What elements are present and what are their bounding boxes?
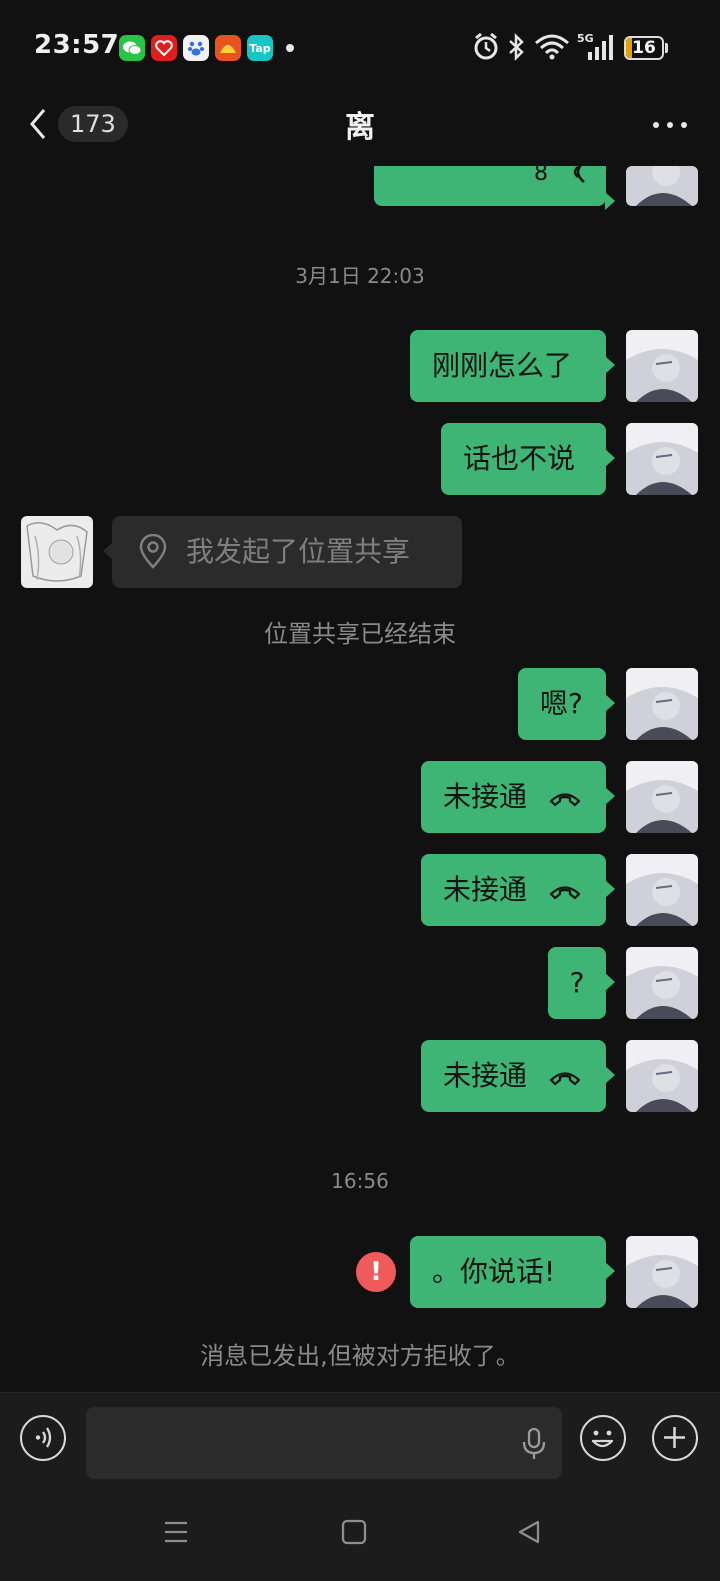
my-avatar[interactable]	[626, 1040, 698, 1112]
message-input[interactable]	[86, 1407, 562, 1479]
voice-toggle-icon	[35, 1427, 52, 1448]
emoji-icon	[591, 1430, 614, 1448]
plus-icon	[664, 1427, 685, 1448]
chat-header: 173 离	[0, 90, 720, 160]
missed-call-bubble[interactable]: 未接通	[421, 761, 615, 833]
bluetooth-icon	[509, 32, 524, 62]
chat-title: 离	[345, 110, 375, 145]
my-avatar[interactable]	[626, 761, 698, 833]
call-status-text: 未接通	[443, 1059, 528, 1092]
home-nav-icon[interactable]	[340, 1518, 368, 1546]
emoji-button[interactable]	[580, 1415, 626, 1461]
menu-nav-icon[interactable]	[162, 1518, 190, 1546]
sent-message-bubble[interactable]: 嗯?	[518, 668, 615, 740]
my-avatar[interactable]	[626, 947, 698, 1019]
timestamp: 16:56	[331, 1169, 389, 1193]
send-failed-icon[interactable]: !	[356, 1252, 396, 1292]
location-share-bubble[interactable]: 我发起了位置共享	[103, 516, 462, 588]
voice-duration: 8	[534, 161, 548, 186]
my-avatar[interactable]	[626, 423, 698, 495]
location-pin-icon	[139, 534, 167, 569]
red-app-icon	[215, 35, 241, 61]
hangup-phone-icon	[549, 1072, 581, 1086]
timestamp: 3月1日 22:03	[295, 264, 425, 288]
more-functions-button[interactable]	[652, 1415, 698, 1461]
wifi-icon	[535, 34, 569, 60]
wechat-icon	[119, 35, 145, 61]
microphone-icon[interactable]	[522, 1427, 546, 1461]
my-avatar[interactable]	[626, 166, 698, 206]
more-notifications-dot	[286, 44, 294, 52]
sent-message-bubble[interactable]: 。你说话!	[410, 1236, 615, 1308]
location-share-text: 我发起了位置共享	[186, 535, 411, 568]
my-avatar[interactable]	[626, 668, 698, 740]
battery-tip	[665, 43, 668, 53]
my-avatar[interactable]	[626, 854, 698, 926]
missed-call-bubble[interactable]: 未接通	[421, 1040, 615, 1112]
battery-level: 16	[632, 38, 656, 58]
my-avatar[interactable]	[626, 1236, 698, 1308]
system-notice: 位置共享已经结束	[264, 620, 456, 648]
alarm-icon	[474, 32, 498, 60]
hangup-phone-icon	[549, 793, 581, 807]
call-status-text: 未接通	[443, 780, 528, 813]
signal-icon	[588, 35, 613, 60]
voice-message-bubble[interactable]: 8	[374, 161, 615, 210]
sent-message-bubble[interactable]: 话也不说	[441, 423, 615, 495]
taptap-label: Tap	[249, 41, 271, 55]
status-time: 23:57	[34, 30, 120, 60]
input-bar	[0, 1392, 720, 1489]
voice-input-toggle[interactable]	[20, 1415, 66, 1461]
qq-music-icon	[151, 35, 177, 61]
voice-wave-icon	[573, 161, 585, 183]
back-nav-icon[interactable]	[516, 1518, 544, 1546]
sent-message-bubble[interactable]: 刚刚怎么了	[410, 330, 615, 402]
taptap-icon: Tap	[247, 35, 273, 61]
status-bar: 23:57 Tap 5G 16	[0, 0, 720, 90]
call-status-text: 未接通	[443, 873, 528, 906]
sent-message-bubble[interactable]: ?	[548, 947, 615, 1019]
battery-indicator: 16	[624, 36, 664, 60]
my-avatar[interactable]	[626, 330, 698, 402]
missed-call-bubble[interactable]: 未接通	[421, 854, 615, 926]
system-nav-bar	[0, 1488, 720, 1581]
more-options-icon[interactable]	[652, 120, 688, 130]
rejected-notice: 消息已发出,但被对方拒收了。	[200, 1342, 520, 1370]
hangup-phone-icon	[549, 886, 581, 900]
contact-avatar[interactable]	[21, 516, 93, 588]
baidu-icon	[183, 35, 209, 61]
